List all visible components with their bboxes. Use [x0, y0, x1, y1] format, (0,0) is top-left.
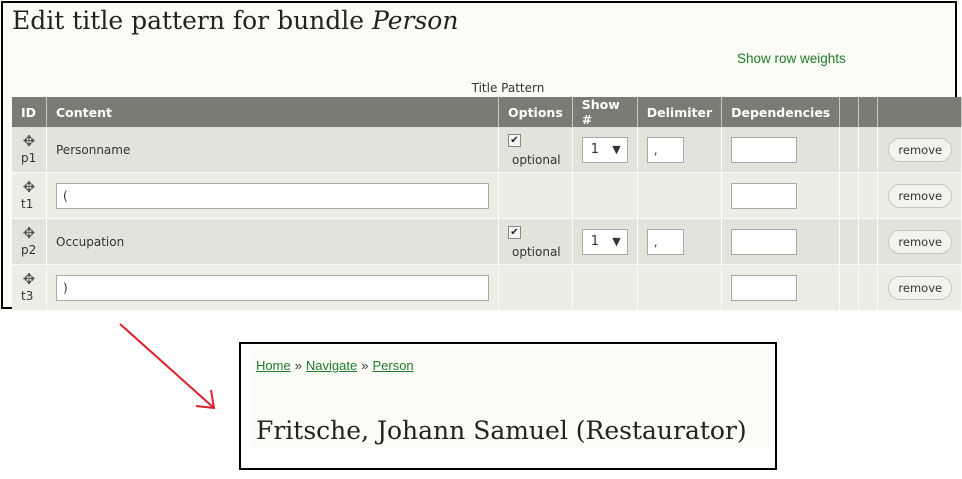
show-row-weights-link[interactable]: Show row weights	[737, 51, 846, 66]
optional-label: optional	[512, 153, 561, 167]
result-preview-panel: Home» Navigate» Person Fritsche, Johann Sa…	[239, 342, 777, 470]
result-page-title: Fritsche, Johann Samuel (Restaurator)	[256, 416, 747, 445]
options-cell	[498, 172, 573, 219]
breadcrumb-separator: »	[361, 358, 369, 373]
row-id: p2	[21, 243, 37, 257]
drag-handle-icon[interactable]: ✥	[21, 226, 37, 241]
table-caption: Title Pattern	[471, 81, 545, 95]
show-count-select[interactable]: 1 ▼	[581, 136, 628, 163]
row-id: p1	[21, 151, 37, 165]
header-dependencies: Dependencies	[721, 97, 841, 127]
show-cell	[572, 264, 638, 311]
content-cell: )	[46, 264, 499, 311]
optional-label: optional	[512, 245, 561, 259]
options-cell: ✔ optional	[498, 218, 573, 265]
show-count-value: 1	[590, 141, 600, 157]
page-title-prefix: Edit title pattern for bundle	[12, 6, 373, 35]
chevron-down-icon: ▼	[612, 234, 621, 248]
header-extra-2	[858, 97, 879, 127]
dependencies-input[interactable]	[731, 228, 798, 255]
breadcrumb-person-link[interactable]: Person	[372, 358, 413, 373]
extra-cell	[858, 172, 879, 219]
extra-cell	[839, 172, 860, 219]
text-content-input[interactable]: )	[56, 274, 489, 301]
page-title-bundle: Person	[372, 6, 459, 35]
table-header-row: ID Content Options Show # Delimiter Depe…	[12, 97, 962, 127]
header-extra-1	[839, 97, 860, 127]
title-pattern-table: ID Content Options Show # Delimiter Depe…	[12, 97, 962, 311]
delimiter-input[interactable]: ,	[646, 228, 684, 255]
breadcrumb-home-link[interactable]: Home	[256, 358, 291, 373]
operations-cell: remove	[877, 218, 962, 265]
drag-handle-icon[interactable]: ✥	[21, 272, 37, 287]
show-cell: 1 ▼	[572, 127, 638, 173]
show-cell	[572, 172, 638, 219]
options-cell	[498, 264, 573, 311]
content-cell: (	[46, 172, 499, 219]
header-content: Content	[46, 97, 499, 127]
header-id: ID	[12, 97, 47, 127]
dependencies-input[interactable]	[731, 274, 798, 301]
arrow-shaft	[119, 323, 215, 409]
breadcrumb: Home» Navigate» Person	[256, 358, 414, 373]
remove-button[interactable]: remove	[888, 229, 953, 254]
header-delimiter: Delimiter	[637, 97, 723, 127]
table-row: ✥ t3 ) remove	[12, 264, 962, 311]
operations-cell: remove	[877, 264, 962, 311]
text-content-input[interactable]: (	[56, 182, 489, 209]
breadcrumb-separator: »	[294, 358, 302, 373]
show-count-value: 1	[590, 233, 600, 249]
extra-cell	[839, 218, 860, 265]
content-cell: Personname	[46, 127, 499, 173]
table-row: ✥ p1 Personname ✔ optional 1 ▼ , remove	[12, 127, 962, 173]
dependencies-input[interactable]	[731, 182, 798, 209]
id-cell: ✥ p2	[12, 218, 47, 265]
optional-checkbox[interactable]: ✔	[508, 134, 521, 147]
dependencies-cell	[721, 264, 841, 311]
page-title: Edit title pattern for bundle Person	[12, 6, 458, 35]
operations-cell: remove	[877, 172, 962, 219]
remove-button[interactable]: remove	[888, 137, 953, 162]
delimiter-cell	[637, 172, 723, 219]
red-arrow-icon	[119, 323, 216, 410]
show-cell: 1 ▼	[572, 218, 638, 265]
table-row: ✥ t1 ( remove	[12, 172, 962, 219]
header-operations	[877, 97, 962, 127]
dependencies-cell	[721, 172, 841, 219]
header-options: Options	[498, 97, 573, 127]
table-row: ✥ p2 Occupation ✔ optional 1 ▼ , remove	[12, 218, 962, 265]
drag-handle-icon[interactable]: ✥	[21, 134, 37, 149]
show-count-select[interactable]: 1 ▼	[581, 228, 628, 255]
id-cell: ✥ t1	[12, 172, 47, 219]
remove-button[interactable]: remove	[888, 183, 953, 208]
extra-cell	[839, 264, 860, 311]
dependencies-cell	[721, 218, 841, 265]
id-cell: ✥ t3	[12, 264, 47, 311]
extra-cell	[858, 127, 879, 173]
extra-cell	[858, 264, 879, 311]
content-cell: Occupation	[46, 218, 499, 265]
operations-cell: remove	[877, 127, 962, 173]
chevron-down-icon: ▼	[612, 142, 621, 156]
id-cell: ✥ p1	[12, 127, 47, 173]
remove-button[interactable]: remove	[888, 275, 953, 300]
drag-handle-icon[interactable]: ✥	[21, 180, 37, 195]
delimiter-input[interactable]: ,	[646, 136, 684, 163]
dependencies-cell	[721, 127, 841, 173]
title-pattern-panel: Edit title pattern for bundle Person Sho…	[1, 1, 962, 311]
options-cell: ✔ optional	[498, 127, 573, 173]
extra-cell	[858, 218, 879, 265]
delimiter-cell: ,	[637, 218, 723, 265]
extra-cell	[839, 127, 860, 173]
dependencies-input[interactable]	[731, 136, 798, 163]
header-show: Show #	[572, 97, 638, 127]
optional-checkbox[interactable]: ✔	[508, 226, 521, 239]
result-content: Home» Navigate» Person Fritsche, Johann Sa…	[251, 350, 771, 448]
row-id: t1	[21, 197, 34, 211]
delimiter-cell: ,	[637, 127, 723, 173]
row-id: t3	[21, 289, 34, 303]
delimiter-cell	[637, 264, 723, 311]
breadcrumb-navigate-link[interactable]: Navigate	[306, 358, 357, 373]
